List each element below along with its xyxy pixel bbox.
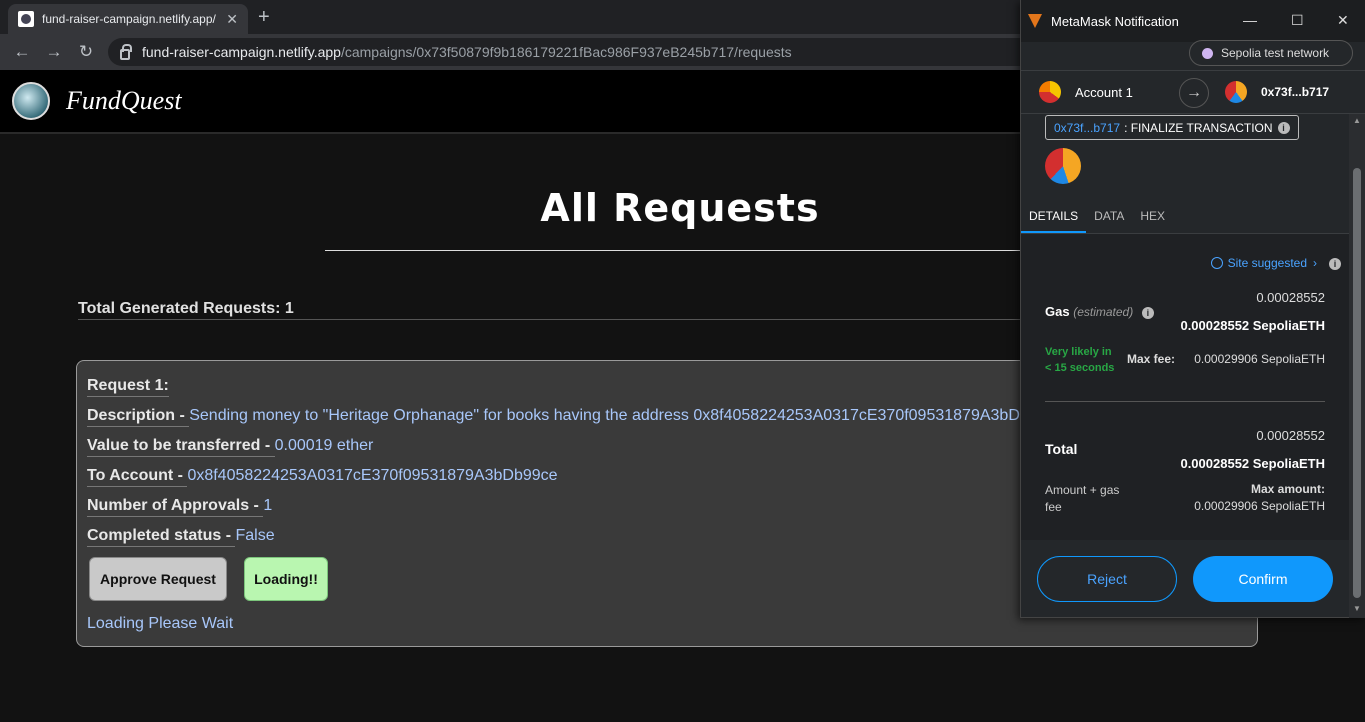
gas-title: Gas — [1045, 304, 1070, 319]
tab-hex[interactable]: HEX — [1132, 200, 1173, 233]
description-row: Description - Sending money to "Heritage… — [87, 407, 1064, 427]
status-label: Completed status - — [87, 527, 236, 547]
network-dot-icon — [1202, 47, 1213, 59]
site-suggested-link[interactable]: Site suggested › — [1210, 256, 1317, 270]
arrow-right-icon: → — [1179, 78, 1209, 108]
contract-avatar — [1045, 148, 1081, 184]
tab-data[interactable]: DATA — [1086, 200, 1132, 233]
to-account-avatar — [1225, 81, 1247, 103]
scrollbar-thumb[interactable] — [1353, 168, 1361, 598]
metamask-window: MetaMask Notification — ☐ ✕ Sepolia test… — [1020, 0, 1365, 618]
gas-value-eth: 0.00028552 SepoliaETH — [1180, 318, 1325, 333]
details-divider — [1045, 401, 1325, 402]
scroll-up-icon[interactable]: ▲ — [1353, 116, 1361, 125]
from-account-avatar — [1039, 81, 1061, 103]
browser-tab[interactable]: fund-raiser-campaign.netlify.app/ ✕ — [8, 4, 248, 34]
speed-estimate: Very likely in < 15 seconds — [1045, 344, 1114, 376]
max-fee-label: Max fee: — [1127, 352, 1176, 366]
tab-title: fund-raiser-campaign.netlify.app/ — [42, 12, 216, 26]
approvals-row: Number of Approvals - 1 — [87, 497, 273, 517]
total-divider — [78, 319, 1038, 320]
total-requests: Total Generated Requests: 1 — [78, 300, 294, 317]
from-account-name[interactable]: Account 1 — [1075, 85, 1133, 100]
gas-value: 0.00028552 — [1256, 290, 1325, 305]
back-icon[interactable]: ← — [6, 42, 38, 62]
close-window-icon[interactable]: ✕ — [1337, 12, 1349, 29]
loading-message: Loading Please Wait — [87, 615, 234, 632]
title-divider — [325, 250, 1035, 251]
to-account-label: To Account - — [87, 467, 188, 487]
max-amount-label: Max amount: — [1250, 482, 1325, 496]
gas-estimated: (estimated) — [1073, 305, 1134, 319]
total-label: Total — [1045, 441, 1078, 457]
confirm-button[interactable]: Confirm — [1193, 556, 1333, 602]
value-row: Value to be transferred - 0.00019 ether — [87, 437, 374, 457]
close-tab-icon[interactable]: ✕ — [226, 11, 238, 28]
metamask-titlebar: MetaMask Notification — ☐ ✕ — [1021, 0, 1365, 42]
metamask-window-title: MetaMask Notification — [1051, 13, 1179, 29]
maximize-icon[interactable]: ☐ — [1291, 12, 1304, 29]
to-account-value: 0x8f4058224253A0317cE370f09531879A3bDb99… — [187, 467, 558, 484]
network-selector[interactable]: Sepolia test network — [1189, 40, 1353, 66]
description-value: Sending money to "Heritage Orphanage" fo… — [189, 407, 1064, 424]
info-icon[interactable]: i — [1277, 121, 1290, 134]
approvals-value: 1 — [263, 497, 273, 514]
request-title: Request 1: — [87, 377, 169, 397]
approve-request-button[interactable]: Approve Request — [89, 557, 227, 601]
site-brand[interactable]: FundQuest — [66, 86, 182, 116]
site-favicon-icon — [18, 11, 34, 27]
scroll-down-icon[interactable]: ▼ — [1353, 604, 1361, 613]
to-account-row: To Account - 0x8f4058224253A0317cE370f09… — [87, 467, 558, 487]
new-tab-icon[interactable]: + — [258, 6, 270, 29]
globe-icon — [1210, 257, 1223, 269]
total-value-eth: 0.00028552 SepoliaETH — [1180, 456, 1325, 471]
account-transfer-row: Account 1 → 0x73f...b717 — [1021, 70, 1365, 114]
site-logo-icon[interactable] — [12, 82, 50, 120]
request-title-row: Request 1: — [87, 377, 169, 397]
metamask-fox-icon — [1027, 14, 1043, 28]
address-bar[interactable]: fund-raiser-campaign.netlify.app/campaig… — [108, 38, 1048, 66]
chevron-right-icon: › — [1313, 256, 1317, 270]
status-value: False — [235, 527, 275, 544]
max-amount-value: 0.00029906 SepoliaETH — [1194, 499, 1325, 513]
to-account-address[interactable]: 0x73f...b717 — [1261, 85, 1329, 99]
metamask-scrollbar[interactable]: ▲ ▼ — [1349, 114, 1365, 618]
network-name: Sepolia test network — [1221, 46, 1330, 60]
value-value: 0.00019 ether — [274, 437, 374, 454]
status-row: Completed status - False — [87, 527, 275, 547]
value-label: Value to be transferred - — [87, 437, 275, 457]
max-fee-value: 0.00029906 SepoliaETH — [1194, 352, 1325, 366]
speed-line-1: Very likely in — [1045, 346, 1112, 358]
site-info-icon[interactable]: i — [1329, 258, 1341, 270]
description-label: Description - — [87, 407, 190, 427]
forward-icon[interactable]: → — [38, 42, 70, 62]
lock-icon[interactable] — [120, 43, 132, 60]
minimize-icon[interactable]: — — [1243, 12, 1257, 28]
url-path: /campaigns/0x73f50879f9b186179221fBac986… — [340, 44, 792, 60]
gas-info-icon[interactable]: i — [1141, 307, 1154, 319]
total-value: 0.00028552 — [1256, 428, 1325, 443]
gas-label: Gas (estimated) i — [1045, 304, 1154, 319]
tab-details[interactable]: DETAILS — [1021, 200, 1087, 233]
reject-button[interactable]: Reject — [1037, 556, 1177, 602]
metamask-tabs: DETAILS DATA HEX — [1021, 200, 1349, 234]
reload-icon[interactable]: ↻ — [70, 42, 102, 62]
page-title: All Requests — [540, 186, 820, 230]
speed-line-2: < 15 seconds — [1045, 362, 1115, 374]
amount-gas-label: Amount + gas fee — [1045, 483, 1120, 514]
approvals-label: Number of Approvals - — [87, 497, 264, 517]
url-host: fund-raiser-campaign.netlify.app — [142, 44, 341, 60]
loading-button[interactable]: Loading!! — [244, 557, 328, 601]
contract-address-link[interactable]: 0x73f...b717 — [1054, 121, 1120, 135]
transaction-type: : FINALIZE TRANSACTION — [1124, 120, 1273, 135]
site-suggested-label: Site suggested — [1227, 256, 1307, 270]
transaction-type-badge: 0x73f...b717 : FINALIZE TRANSACTION i — [1045, 115, 1299, 140]
details-panel: Site suggested › i Gas (estimated) i 0.0… — [1021, 234, 1349, 540]
